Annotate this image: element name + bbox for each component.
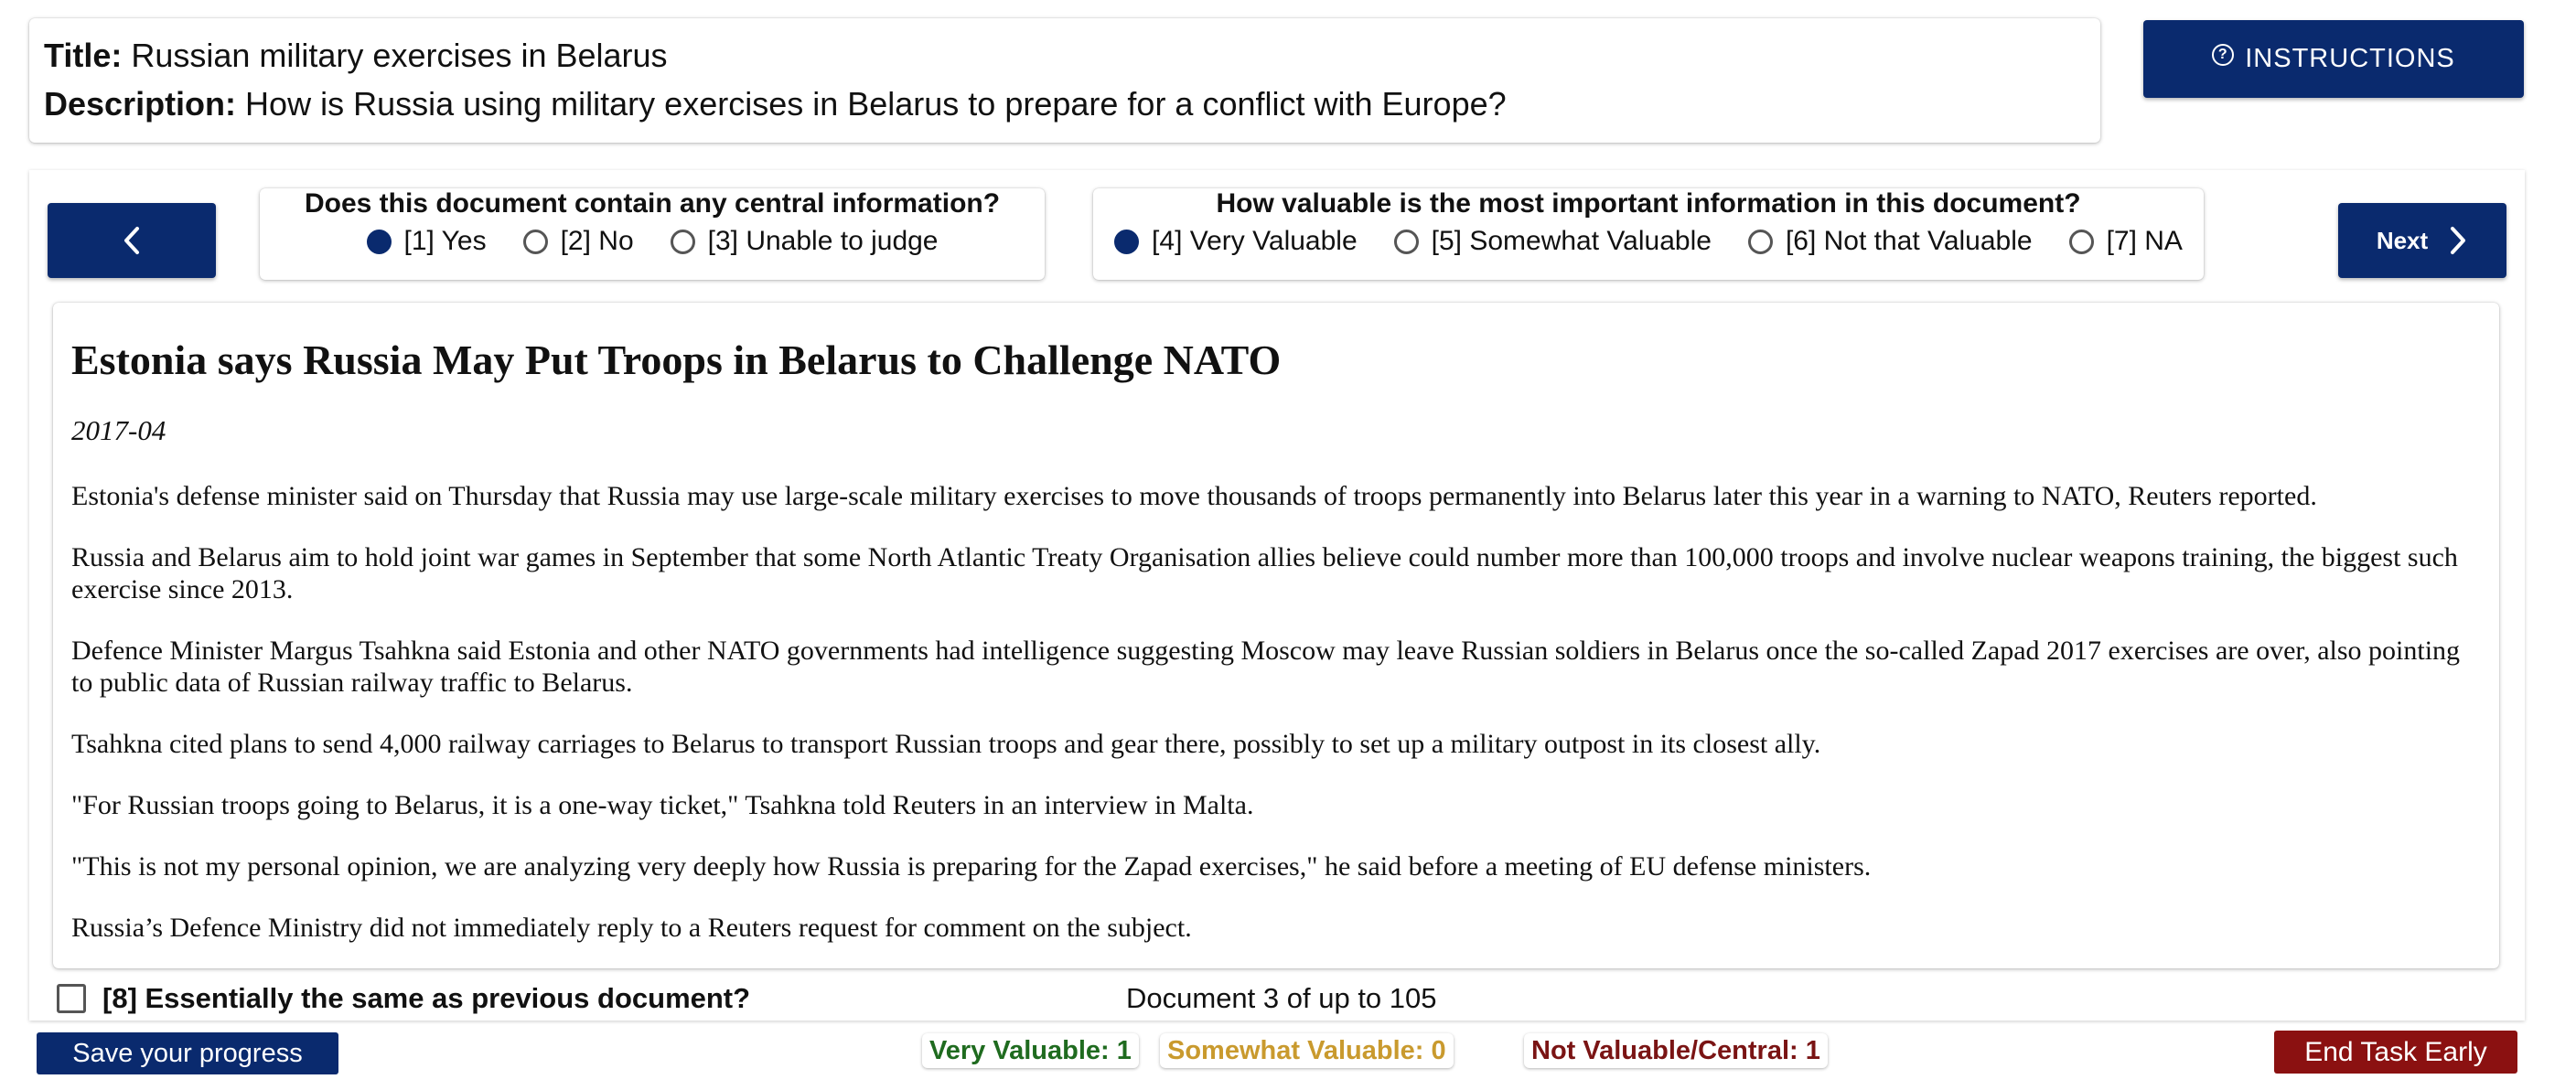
chevron-left-icon <box>124 227 139 254</box>
option-yes[interactable]: [1] Yes <box>366 226 487 257</box>
topic-description-label: Description: <box>44 85 237 123</box>
document-article: Estonia says Russia May Put Troops in Be… <box>53 303 2499 968</box>
radio-icon[interactable] <box>1747 229 1773 254</box>
same-as-previous-checkbox[interactable]: [8] Essentially the same as previous doc… <box>57 982 750 1015</box>
end-task-early-button[interactable]: End Task Early <box>2274 1031 2517 1074</box>
topic-title-label: Title: <box>44 37 123 74</box>
radio-selected-icon[interactable] <box>366 229 392 254</box>
help-circle-icon: ? <box>2212 43 2235 66</box>
not-valuable-count-badge: Not Valuable/Central: 1 <box>1524 1033 1828 1068</box>
article-paragraph: "For Russian troops going to Belarus, it… <box>71 790 1254 820</box>
radio-icon[interactable] <box>522 229 548 254</box>
next-button[interactable]: Next <box>2338 203 2506 278</box>
chevron-right-icon <box>2451 227 2466 254</box>
article-paragraph: "This is not my personal opinion, we are… <box>71 851 1872 882</box>
option-na-label: [7] NA <box>2106 226 2183 256</box>
same-as-previous-label: [8] Essentially the same as previous doc… <box>102 982 751 1014</box>
article-title: Estonia says Russia May Put Troops in Be… <box>71 337 1282 383</box>
radio-icon[interactable] <box>1393 229 1419 254</box>
central-info-options: [1] Yes [2] No [3] Unable to judge <box>260 226 1045 257</box>
value-question: How valuable is the most important infor… <box>1093 188 2204 280</box>
option-na[interactable]: [7] NA <box>2068 226 2183 257</box>
article-date: 2017-04 <box>71 414 166 446</box>
option-very-valuable-label: [4] Very Valuable <box>1152 226 1358 256</box>
radio-icon[interactable] <box>2068 229 2094 254</box>
topic-description: Description: How is Russia using militar… <box>44 85 1507 123</box>
instructions-label: INSTRUCTIONS <box>2245 44 2455 73</box>
option-no-label: [2] No <box>560 226 634 256</box>
value-question-label: How valuable is the most important infor… <box>1216 188 2081 219</box>
previous-button[interactable] <box>48 203 216 278</box>
article-paragraph: Russia’s Defence Ministry did not immedi… <box>71 913 1192 943</box>
option-no[interactable]: [2] No <box>522 226 634 257</box>
article-paragraph: Tsahkna cited plans to send 4,000 railwa… <box>71 729 1821 759</box>
next-label: Next <box>2376 226 2429 254</box>
central-info-question: Does this document contain any central i… <box>260 188 1045 280</box>
article-paragraph: Estonia's defense minister said on Thurs… <box>71 481 2317 511</box>
very-valuable-count-badge: Very Valuable: 1 <box>922 1033 1139 1068</box>
topic-description-value: How is Russia using military exercises i… <box>245 85 1507 123</box>
option-yes-label: [1] Yes <box>403 226 487 256</box>
option-very-valuable[interactable]: [4] Very Valuable <box>1114 226 1358 257</box>
radio-icon[interactable] <box>670 229 695 254</box>
topic-title-value: Russian military exercises in Belarus <box>131 37 668 74</box>
somewhat-valuable-count-badge: Somewhat Valuable: 0 <box>1160 1033 1454 1068</box>
value-options: [4] Very Valuable [5] Somewhat Valuable … <box>1093 226 2204 257</box>
option-unable-to-judge-label: [3] Unable to judge <box>707 226 939 256</box>
checkbox-icon[interactable] <box>57 984 86 1013</box>
option-somewhat-valuable-label: [5] Somewhat Valuable <box>1431 226 1712 256</box>
option-somewhat-valuable[interactable]: [5] Somewhat Valuable <box>1393 226 1712 257</box>
central-info-question-label: Does this document contain any central i… <box>304 188 1001 219</box>
option-unable-to-judge[interactable]: [3] Unable to judge <box>670 226 939 257</box>
option-not-that-valuable[interactable]: [6] Not that Valuable <box>1747 226 2033 257</box>
document-counter: Document 3 of up to 105 <box>1126 982 1437 1014</box>
instructions-button[interactable]: ? INSTRUCTIONS <box>2143 20 2524 98</box>
article-paragraph: Defence Minister Margus Tsahkna said Est… <box>71 636 2461 698</box>
topic-title: Title: Russian military exercises in Bel… <box>44 37 668 75</box>
topic-card: Title: Russian military exercises in Bel… <box>29 18 2100 143</box>
article-paragraph: Russia and Belarus aim to hold joint war… <box>71 542 2458 604</box>
radio-selected-icon[interactable] <box>1114 229 1140 254</box>
option-not-that-valuable-label: [6] Not that Valuable <box>1785 226 2033 256</box>
save-progress-button[interactable]: Save your progress <box>37 1032 338 1074</box>
